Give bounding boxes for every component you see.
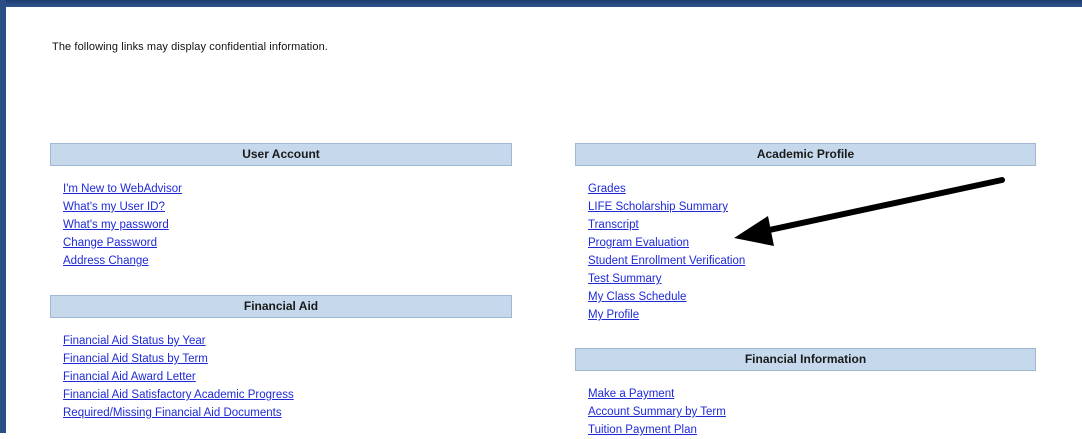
link-aid-status-by-year[interactable]: Financial Aid Status by Year xyxy=(63,335,206,347)
link-account-summary-by-term[interactable]: Account Summary by Term xyxy=(588,406,726,418)
financial-information-links: Make a Payment Account Summary by Term T… xyxy=(588,384,1036,438)
link-transcript[interactable]: Transcript xyxy=(588,219,639,231)
financial-information-header: Financial Information xyxy=(575,348,1036,371)
list-item: Change Password xyxy=(63,233,512,251)
list-item: What's my User ID? xyxy=(63,197,512,215)
list-item: Financial Aid Satisfactory Academic Prog… xyxy=(63,385,512,403)
list-item: Account Summary by Term xyxy=(588,402,1036,420)
list-item: My Class Schedule xyxy=(588,287,1036,305)
link-address-change[interactable]: Address Change xyxy=(63,255,149,267)
link-aid-academic-progress[interactable]: Financial Aid Satisfactory Academic Prog… xyxy=(63,389,294,401)
confidential-notice: The following links may display confiden… xyxy=(52,41,328,53)
arrow-icon xyxy=(734,177,1005,246)
list-item: What's my password xyxy=(63,215,512,233)
list-item: I'm New to WebAdvisor xyxy=(63,179,512,197)
link-whats-my-password[interactable]: What's my password xyxy=(63,219,169,231)
financial-aid-links: Financial Aid Status by Year Financial A… xyxy=(63,331,512,421)
financial-aid-section: Financial Aid Financial Aid Status by Ye… xyxy=(50,295,512,421)
financial-aid-header: Financial Aid xyxy=(50,295,512,318)
list-item: Financial Aid Award Letter xyxy=(63,367,512,385)
link-grades[interactable]: Grades xyxy=(588,183,626,195)
list-item: Required/Missing Financial Aid Documents xyxy=(63,403,512,421)
link-change-password[interactable]: Change Password xyxy=(63,237,157,249)
window-left-border xyxy=(0,0,6,433)
list-item: Tuition Payment Plan xyxy=(588,420,1036,438)
link-whats-my-user-id[interactable]: What's my User ID? xyxy=(63,201,165,213)
list-item: Address Change xyxy=(63,251,512,269)
link-make-a-payment[interactable]: Make a Payment xyxy=(588,388,674,400)
link-new-to-webadvisor[interactable]: I'm New to WebAdvisor xyxy=(63,183,182,195)
link-program-evaluation[interactable]: Program Evaluation xyxy=(588,237,689,249)
list-item: Test Summary xyxy=(588,269,1036,287)
financial-information-section: Financial Information Make a Payment Acc… xyxy=(575,348,1036,438)
user-account-section: User Account I'm New to WebAdvisor What'… xyxy=(50,143,512,269)
link-aid-status-by-term[interactable]: Financial Aid Status by Term xyxy=(63,353,208,365)
user-account-links: I'm New to WebAdvisor What's my User ID?… xyxy=(63,179,512,269)
academic-profile-header: Academic Profile xyxy=(575,143,1036,166)
list-item: Financial Aid Status by Year xyxy=(63,331,512,349)
list-item: Financial Aid Status by Term xyxy=(63,349,512,367)
link-test-summary[interactable]: Test Summary xyxy=(588,273,662,285)
window-top-border xyxy=(0,0,1082,7)
list-item: Make a Payment xyxy=(588,384,1036,402)
list-item: My Profile xyxy=(588,305,1036,323)
webadvisor-panel: The following links may display confiden… xyxy=(0,0,1082,436)
link-aid-missing-documents[interactable]: Required/Missing Financial Aid Documents xyxy=(63,407,282,419)
link-aid-award-letter[interactable]: Financial Aid Award Letter xyxy=(63,371,196,383)
user-account-header: User Account xyxy=(50,143,512,166)
link-life-scholarship-summary[interactable]: LIFE Scholarship Summary xyxy=(588,201,728,213)
link-my-class-schedule[interactable]: My Class Schedule xyxy=(588,291,686,303)
link-my-profile[interactable]: My Profile xyxy=(588,309,639,321)
link-tuition-payment-plan[interactable]: Tuition Payment Plan xyxy=(588,424,697,436)
